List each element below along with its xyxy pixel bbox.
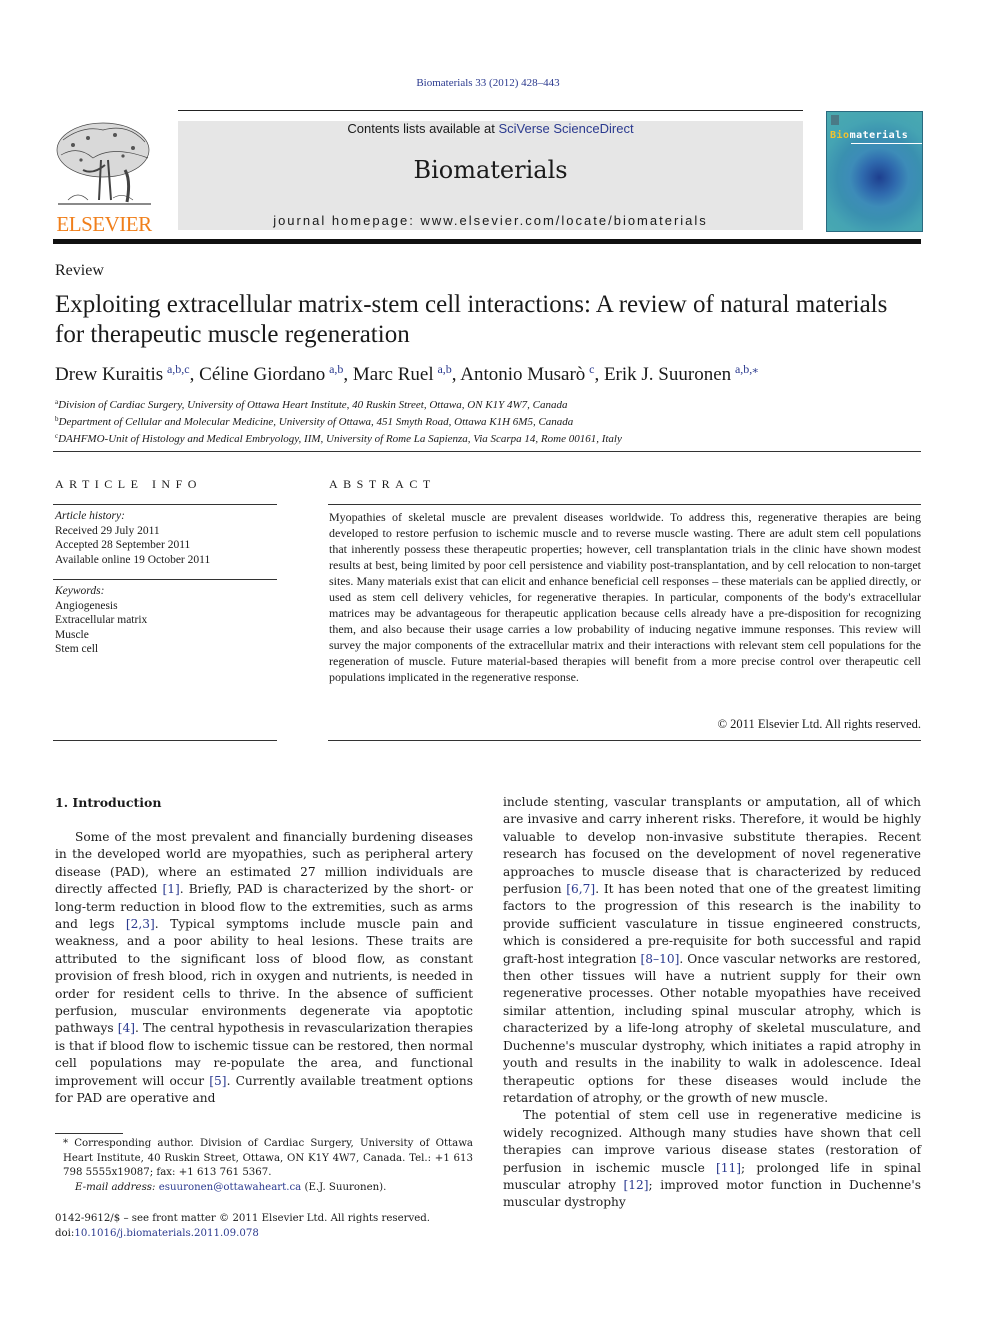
abstract-rule: [328, 740, 921, 741]
author-list: Drew Kuraitis a,b,c, Céline Giordano a,b…: [55, 362, 759, 385]
elsevier-logo[interactable]: ELSEVIER: [53, 120, 155, 236]
header-rule: [178, 110, 803, 111]
author-affiliation-marks[interactable]: c: [589, 362, 594, 376]
history-online: Available online 19 October 2011: [55, 553, 211, 566]
keyword: Muscle: [55, 628, 89, 641]
email-link[interactable]: esuuronen@ottawaheart.ca: [159, 1182, 302, 1193]
affiliation-text: Department of Cellular and Molecular Med…: [58, 416, 574, 428]
body-column-left: Some of the most prevalent and financial…: [55, 829, 473, 1108]
cover-publisher-icon: [831, 115, 839, 125]
keyword: Stem cell: [55, 643, 99, 655]
paragraph: include stenting, vascular transplants o…: [503, 794, 921, 1107]
sciencedirect-link[interactable]: SciVerse ScienceDirect: [498, 121, 633, 136]
author-affiliation-marks[interactable]: a,b: [329, 362, 343, 376]
author[interactable]: Erik J. Suuronen a,b,⁎: [603, 362, 758, 385]
history-accepted: Accepted 28 September 2011: [55, 539, 191, 551]
affiliation: aDivision of Cardiac Surgery, University…: [55, 395, 935, 412]
article-history: Article history: Received 29 July 2011 A…: [55, 509, 210, 567]
author[interactable]: Drew Kuraitis a,b,c: [55, 362, 190, 385]
doi-link[interactable]: 10.1016/j.biomaterials.2011.09.078: [74, 1228, 258, 1239]
article-info-rule: [53, 579, 277, 580]
author-name: Erik J. Suuronen: [603, 364, 732, 385]
history-received: Received 29 July 2011: [55, 524, 160, 537]
elsevier-tree-icon: [56, 122, 151, 205]
doi-line: doi:10.1016/j.biomaterials.2011.09.078: [55, 1227, 473, 1242]
journal-name: Biomaterials: [413, 156, 568, 184]
abstract-heading: ABSTRACT: [329, 477, 436, 491]
title-block-rule: [53, 451, 921, 452]
article-type: Review: [55, 262, 104, 279]
article-info-rule: [53, 740, 277, 741]
front-matter: 0142-9612/$ – see front matter © 2011 El…: [55, 1212, 473, 1241]
corresponding-author-footnote: * Corresponding author. Division of Card…: [55, 1137, 473, 1195]
section-heading: 1. Introduction: [55, 795, 162, 810]
contents-availability: Contents lists available at SciVerse Sci…: [178, 121, 803, 136]
contents-prefix: Contents lists available at: [347, 121, 499, 136]
affiliations: aDivision of Cardiac Surgery, University…: [55, 395, 935, 446]
reference-link[interactable]: [11]: [716, 1161, 741, 1175]
journal-cover-thumbnail[interactable]: Biomaterials: [826, 111, 923, 232]
text-run: include stenting, vascular transplants o…: [503, 795, 921, 897]
abstract-copyright: © 2011 Elsevier Ltd. All rights reserved…: [717, 717, 921, 731]
reference-link[interactable]: [5]: [209, 1074, 226, 1088]
keyword: Angiogenesis: [55, 599, 118, 612]
doi-prefix: doi:: [55, 1227, 75, 1239]
cover-title: Biomaterials: [830, 130, 908, 141]
journal-homepage[interactable]: journal homepage: www.elsevier.com/locat…: [178, 213, 803, 228]
author-affiliation-marks[interactable]: a,b,⁎: [735, 362, 758, 376]
reference-link[interactable]: [6,7]: [566, 882, 595, 896]
footnote-rule: [55, 1133, 123, 1134]
affiliation: cDAHFMO-Unit of Histology and Medical Em…: [55, 429, 935, 446]
history-label: Article history:: [55, 510, 125, 522]
affiliation: bDepartment of Cellular and Molecular Me…: [55, 412, 935, 429]
keywords-label: Keywords:: [55, 585, 105, 597]
abstract-text: Myopathies of skeletal muscle are preval…: [329, 510, 921, 684]
author-name: Céline Giordano: [199, 364, 326, 385]
author[interactable]: Antonio Musarò c: [460, 362, 594, 385]
email-line: E-mail address: esuuronen@ottawaheart.ca…: [55, 1181, 473, 1196]
author-affiliation-marks[interactable]: a,b,c: [167, 362, 190, 376]
article-title: Exploiting extracellular matrix-stem cel…: [55, 291, 888, 348]
reference-link[interactable]: [1]: [162, 882, 179, 896]
author[interactable]: Marc Ruel a,b: [352, 362, 452, 385]
cover-title-highlight: Bio: [830, 130, 850, 141]
email-label: E-mail address:: [75, 1181, 159, 1193]
reference-link[interactable]: [4]: [118, 1021, 135, 1035]
journal-citation[interactable]: Biomaterials 33 (2012) 428–443: [0, 77, 976, 89]
corresponding-author-text: * Corresponding author. Division of Card…: [63, 1138, 473, 1178]
abstract-rule: [328, 504, 921, 505]
text-run: . Typical symptoms include muscle pain a…: [55, 917, 473, 1036]
paragraph: Some of the most prevalent and financial…: [55, 829, 473, 1108]
cover-rule: [851, 143, 922, 144]
article-info-rule: [53, 504, 277, 505]
author-name: Antonio Musarò: [460, 364, 586, 385]
text-run: . Once vascular networks are restored, t…: [503, 951, 921, 1105]
elsevier-wordmark: ELSEVIER: [56, 212, 152, 236]
reference-link[interactable]: [2,3]: [126, 917, 155, 931]
affiliation-text: DAHFMO-Unit of Histology and Medical Emb…: [58, 433, 622, 445]
article-info-heading: ARTICLE INFO: [55, 477, 202, 491]
author-affiliation-marks[interactable]: a,b: [437, 362, 451, 376]
affiliation-text: Division of Cardiac Surgery, University …: [58, 399, 568, 411]
citation-link[interactable]: Biomaterials 33 (2012) 428–443: [416, 77, 559, 89]
front-matter-text: 0142-9612/$ – see front matter © 2011 El…: [55, 1213, 431, 1224]
header-thick-rule: [53, 239, 921, 244]
author-name: Marc Ruel: [352, 364, 434, 385]
email-suffix: (E.J. Suuronen).: [301, 1181, 387, 1193]
paragraph: The potential of stem cell use in regene…: [503, 1107, 921, 1211]
reference-link[interactable]: [8–10]: [641, 952, 680, 966]
author[interactable]: Céline Giordano a,b: [199, 362, 343, 385]
body-column-right: include stenting, vascular transplants o…: [503, 794, 921, 1212]
reference-link[interactable]: [12]: [624, 1178, 649, 1192]
keyword: Extracellular matrix: [55, 614, 148, 626]
author-name: Drew Kuraitis: [55, 364, 164, 385]
cover-title-rest: materials: [849, 130, 909, 141]
keywords: Keywords: Angiogenesis Extracellular mat…: [55, 584, 147, 657]
